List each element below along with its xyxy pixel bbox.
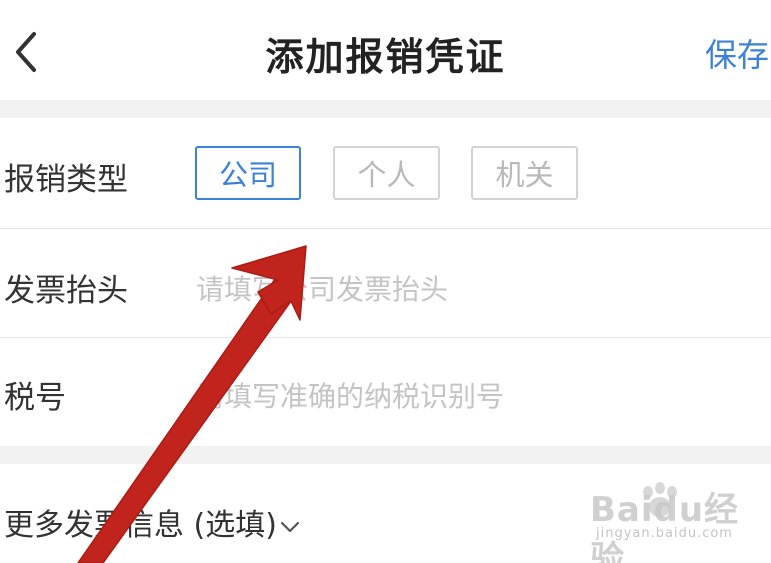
more-invoice-info-text: 更多发票信息 (选填) <box>4 508 277 543</box>
invoice-title-label: 发票抬头 <box>4 273 128 309</box>
page-title: 添加报销凭证 <box>265 35 506 79</box>
tax-number-input[interactable]: 请填写准确的纳税识别号 <box>196 375 504 415</box>
type-option-personal[interactable]: 个人 <box>333 146 440 200</box>
baidu-jingyan-watermark: Baidu经验 jingyan.baidu.com <box>590 482 765 563</box>
section-separator <box>0 446 771 464</box>
save-button[interactable]: 保存 <box>705 30 769 76</box>
watermark-url: jingyan.baidu.com <box>596 526 733 541</box>
tax-number-label: 税号 <box>4 380 66 416</box>
tax-number-row: 税号 请填写准确的纳税识别号 <box>0 338 771 446</box>
more-invoice-info-label: 更多发票信息 (选填) <box>4 500 301 544</box>
top-bar: 添加报销凭证 保存 <box>0 0 771 100</box>
chevron-down-icon <box>280 521 300 532</box>
reimburse-type-row: 报销类型 公司 个人 机关 <box>0 118 771 228</box>
section-separator <box>0 100 771 118</box>
type-option-company[interactable]: 公司 <box>195 146 301 200</box>
invoice-title-input[interactable]: 请填写公司发票抬头 <box>196 268 448 308</box>
watermark-brand: Baidu经验 <box>590 490 740 563</box>
type-option-agency[interactable]: 机关 <box>471 146 578 200</box>
page: 添加报销凭证 保存 报销类型 公司 个人 机关 发票抬头 请填写公司发票抬头 税… <box>0 0 771 563</box>
invoice-title-row: 发票抬头 请填写公司发票抬头 <box>0 229 771 337</box>
reimburse-type-label: 报销类型 <box>4 162 128 198</box>
